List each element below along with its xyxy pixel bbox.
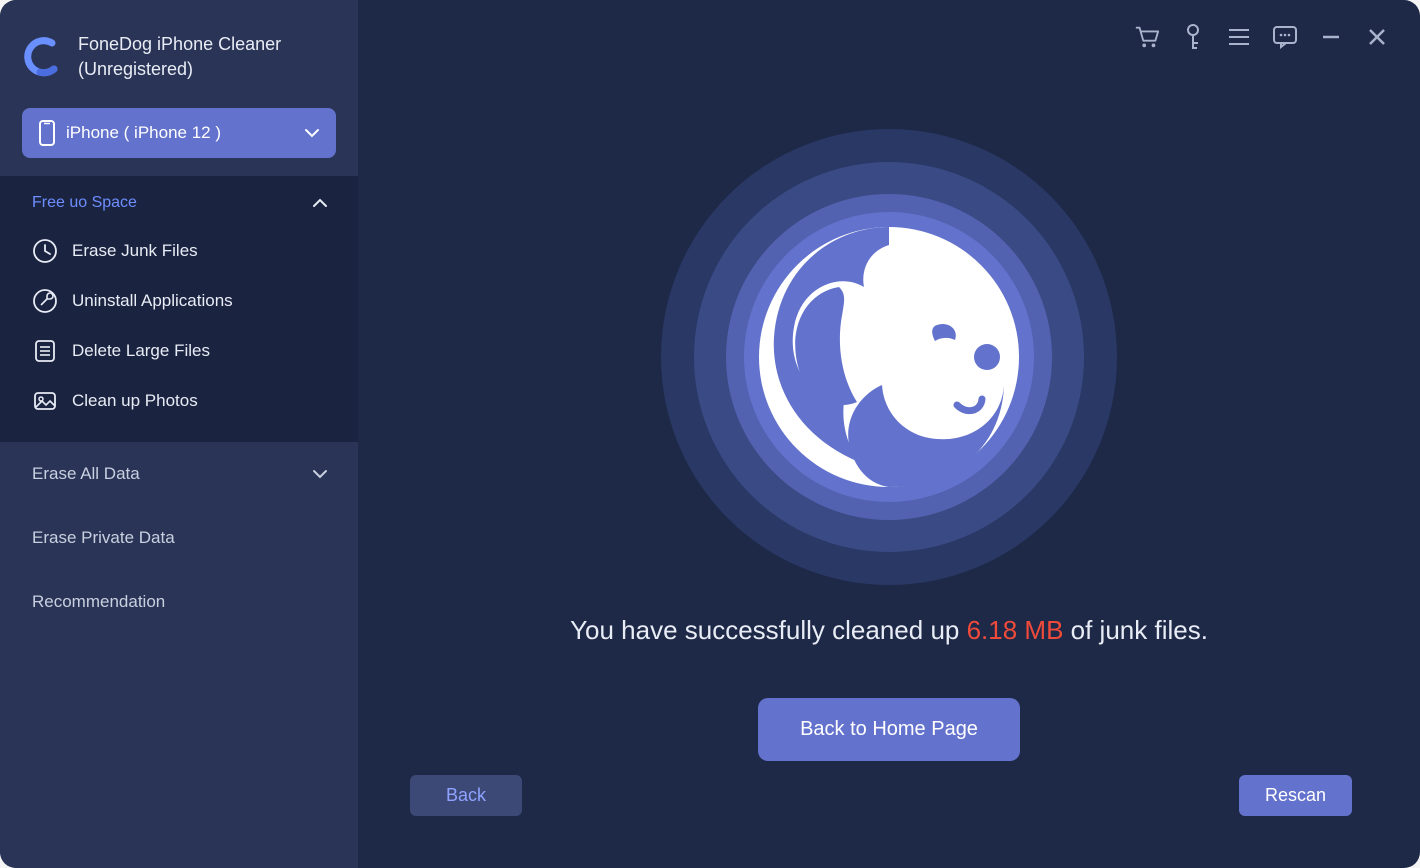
cart-icon[interactable] [1134,24,1160,50]
home-button[interactable]: Back to Home Page [758,698,1020,761]
sidebar-item-photos[interactable]: Clean up Photos [0,376,358,426]
sidebar-item-large-files[interactable]: Delete Large Files [0,326,358,376]
main-area: You have successfully cleaned up 6.18 MB… [358,0,1420,868]
sidebar-header: FoneDog iPhone Cleaner (Unregistered) [0,20,358,102]
close-icon[interactable] [1364,24,1390,50]
key-icon[interactable] [1180,24,1206,50]
device-selector[interactable]: iPhone ( iPhone 12 ) [22,108,336,158]
list-icon [32,338,58,364]
sidebar-item-label: Clean up Photos [72,391,198,411]
app-window: FoneDog iPhone Cleaner (Unregistered) iP… [0,0,1420,868]
menu-icon[interactable] [1226,24,1252,50]
dog-logo-icon [659,127,1119,587]
sidebar-item-erase-all[interactable]: Erase All Data [0,442,358,506]
minimize-icon[interactable] [1318,24,1344,50]
section-free-up-space: Free uo Space Erase Junk Files [0,176,358,442]
sidebar-item-recommendation[interactable]: Recommendation [0,570,358,634]
rescan-button[interactable]: Rescan [1239,775,1352,816]
chevron-down-icon [304,128,320,138]
app-title: FoneDog iPhone Cleaner (Unregistered) [78,32,281,82]
section-items: Erase Junk Files Uninstall Applications [0,226,358,442]
app-name: FoneDog iPhone Cleaner [78,32,281,57]
success-message: You have successfully cleaned up 6.18 MB… [570,615,1208,646]
sidebar-item-label: Erase All Data [32,464,312,484]
titlebar [1134,24,1390,50]
content-center: You have successfully cleaned up 6.18 MB… [358,0,1420,868]
phone-icon [38,120,56,146]
app-logo-icon [24,37,64,77]
app-status: (Unregistered) [78,57,281,82]
success-amount: 6.18 MB [967,615,1064,645]
sidebar: FoneDog iPhone Cleaner (Unregistered) iP… [0,0,358,868]
sidebar-item-uninstall[interactable]: Uninstall Applications [0,276,358,326]
sidebar-item-label: Delete Large Files [72,341,210,361]
success-suffix: of junk files. [1063,615,1208,645]
success-prefix: You have successfully cleaned up [570,615,967,645]
back-button[interactable]: Back [410,775,522,816]
wrench-icon [32,288,58,314]
sidebar-item-erase-junk[interactable]: Erase Junk Files [0,226,358,276]
chevron-up-icon [312,198,328,208]
clock-icon [32,238,58,264]
device-label: iPhone ( iPhone 12 ) [66,123,294,143]
sidebar-item-label: Recommendation [32,592,328,612]
sidebar-item-label: Uninstall Applications [72,291,233,311]
section-title: Free uo Space [32,194,312,212]
section-header-free-up-space[interactable]: Free uo Space [0,176,358,226]
sidebar-item-label: Erase Junk Files [72,241,198,261]
photo-icon [32,388,58,414]
sidebar-item-erase-private[interactable]: Erase Private Data [0,506,358,570]
sidebar-item-label: Erase Private Data [32,528,328,548]
chevron-down-icon [312,469,328,479]
feedback-icon[interactable] [1272,24,1298,50]
footer-bar: Back Rescan [358,775,1420,816]
